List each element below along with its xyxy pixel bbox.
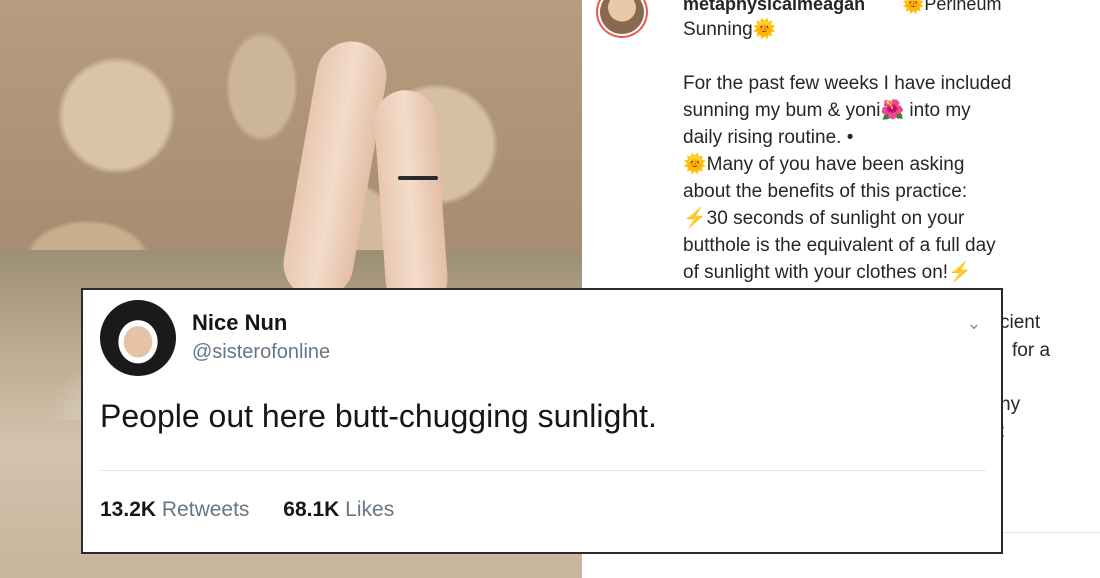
chevron-down-icon[interactable]: ⌄ [963, 312, 985, 334]
instagram-location[interactable]: 🌞Perineum [902, 0, 1001, 15]
instagram-username[interactable]: metaphysicalmeagan [683, 0, 865, 15]
tweet-handle[interactable]: @sisterofonline [192, 341, 330, 364]
likes-stat[interactable]: 68.1K Likes [283, 498, 394, 521]
caption-fragment: ny [1000, 394, 1021, 415]
caption-line: Sunning🌞 [683, 19, 777, 40]
retweets-stat[interactable]: 13.2K Retweets [100, 498, 249, 521]
retweets-count: 13.2K [100, 498, 157, 521]
caption-line: 🌞Many of you have been asking [683, 154, 965, 175]
instagram-caption: Sunning🌞 For the past few weeks I have i… [683, 16, 1083, 286]
tweet-avatar[interactable] [100, 300, 176, 376]
caption-line: about the benefits of this practice: [683, 181, 968, 202]
retweets-label: Retweets [161, 498, 250, 521]
tweet-display-name[interactable]: Nice Nun [192, 310, 287, 336]
anklet [398, 176, 438, 180]
caption-fragment: for a [1012, 340, 1051, 361]
tweet-stats: 13.2K Retweets 68.1K Likes [100, 498, 422, 522]
likes-label: Likes [345, 498, 395, 521]
caption-line: daily rising routine. • [683, 127, 854, 148]
caption-line: ⚡30 seconds of sunlight on your [683, 208, 965, 229]
caption-line: butthole is the equivalent of a full day [683, 235, 996, 256]
caption-fragment: cient [1000, 312, 1041, 333]
tweet-divider [100, 470, 986, 471]
likes-count: 68.1K [283, 498, 340, 521]
tweet-card: Nice Nun @sisterofonline ⌄ People out he… [81, 288, 1003, 554]
divider [1002, 532, 1100, 533]
tweet-text: People out here butt-chugging sunlight. [100, 398, 657, 434]
caption-line: sunning my bum & yoni🌺 into my [683, 100, 971, 121]
instagram-avatar[interactable] [600, 0, 644, 34]
caption-line: For the past few weeks I have included [683, 73, 1012, 94]
caption-line: of sunlight with your clothes on!⚡ [683, 262, 972, 283]
caption-line [683, 43, 1083, 70]
